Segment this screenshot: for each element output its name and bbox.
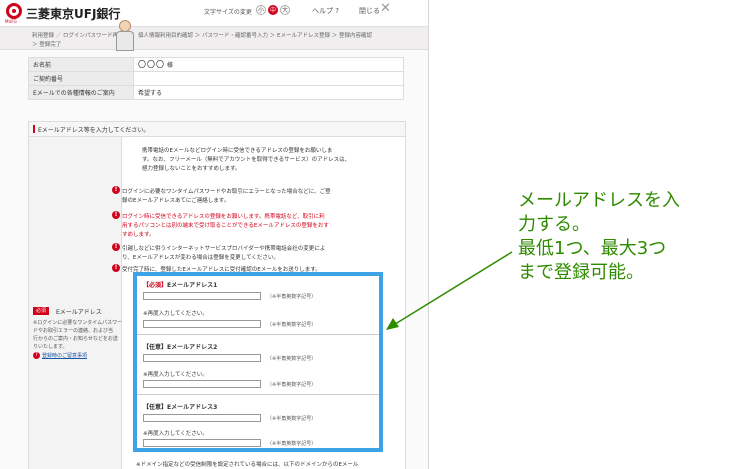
annotation-line: 最低1つ、最大3つ xyxy=(518,238,667,259)
annotation-line: 力する。 xyxy=(518,214,590,235)
annotation-line: まで登録可能。 xyxy=(518,262,644,283)
annotation-line: メールアドレスを入 xyxy=(518,190,680,211)
callout-arrow-icon xyxy=(386,251,513,330)
